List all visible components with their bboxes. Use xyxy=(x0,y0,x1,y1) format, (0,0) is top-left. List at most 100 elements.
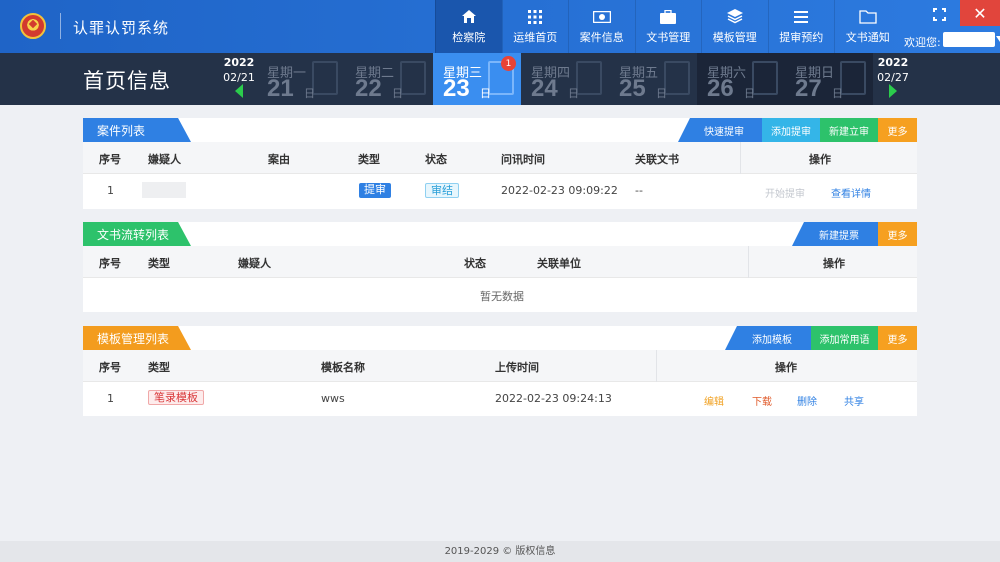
add-phrase-button[interactable]: 添加常用语 xyxy=(811,326,878,350)
main-nav: 检察院 运维首页 案件信息 文书管理 模板管理 提审预约 文书通知 xyxy=(435,0,901,53)
add-arraign-button[interactable]: 添加提审 xyxy=(762,118,820,142)
day-suffix: 日 xyxy=(480,87,491,100)
document-icon xyxy=(576,61,602,95)
money-icon xyxy=(592,9,611,25)
footer-copyright: 2019-2029 © 版权信息 xyxy=(0,541,1000,562)
folder-icon xyxy=(859,9,877,25)
template-panel: 模板管理列表 添加模板 添加常用语 更多 序号 类型 模板名称 上传时间 操作 … xyxy=(83,326,917,416)
doc-flow-actions: 新建提票 更多 xyxy=(792,222,917,246)
grid-icon xyxy=(526,9,544,25)
fullscreen-icon[interactable] xyxy=(933,8,946,21)
template-table-header: 序号 类型 模板名称 上传时间 操作 xyxy=(83,350,917,382)
emblem-logo xyxy=(20,13,46,39)
prev-week-date: 2022 02/21 xyxy=(219,56,259,84)
col-type: 类型 xyxy=(148,257,170,270)
document-icon xyxy=(664,61,690,95)
day-suffix: 日 xyxy=(392,87,403,100)
template-tab: 模板管理列表 xyxy=(83,326,191,350)
status-tag: 审结 xyxy=(425,183,459,198)
nav-item-doc-manage[interactable]: 文书管理 xyxy=(634,0,702,53)
download-link[interactable]: 下载 xyxy=(752,393,772,408)
template-actions: 添加模板 添加常用语 更多 xyxy=(725,326,917,350)
nav-label: 提审预约 xyxy=(779,30,824,44)
day-suffix: 日 xyxy=(744,87,755,100)
day-wednesday[interactable]: 星期三 23 日 1 xyxy=(433,53,521,105)
prev-week-arrow-icon[interactable] xyxy=(235,84,243,98)
col-actions: 操作 xyxy=(775,361,797,374)
document-icon xyxy=(400,61,426,95)
case-table-header: 序号 嫌疑人 案由 类型 状态 问讯时间 关联文书 操作 xyxy=(83,142,917,174)
list-icon xyxy=(792,9,810,25)
nav-label: 案件信息 xyxy=(579,30,624,44)
day-number: 21 xyxy=(267,75,294,102)
nav-item-ops-home[interactable]: 运维首页 xyxy=(501,0,569,53)
column-divider xyxy=(656,350,657,382)
nav-item-arraignment-booking[interactable]: 提审预约 xyxy=(767,0,835,53)
quick-arraign-button[interactable]: 快速提审 xyxy=(678,118,762,142)
col-actions: 操作 xyxy=(809,153,831,166)
case-more-button[interactable]: 更多 xyxy=(878,118,917,142)
day-suffix: 日 xyxy=(568,87,579,100)
doc-more-button[interactable]: 更多 xyxy=(878,222,917,246)
suspect-redacted xyxy=(142,182,186,198)
new-ticket-button[interactable]: 新建提票 xyxy=(792,222,878,246)
nav-item-procuratorate[interactable]: 检察院 xyxy=(435,0,502,53)
case-list-panel: 案件列表 快速提审 添加提审 新建立审 更多 序号 嫌疑人 案由 类型 状态 问… xyxy=(83,118,917,209)
share-link[interactable]: 共享 xyxy=(844,393,864,408)
start-arraign-link[interactable]: 开始提审 xyxy=(765,185,805,200)
next-week-arrow-icon[interactable] xyxy=(889,84,897,98)
close-button[interactable]: ✕ xyxy=(960,0,1000,26)
nav-label: 检察院 xyxy=(452,30,486,44)
next-week-date: 2022 02/27 xyxy=(873,56,913,84)
day-suffix: 日 xyxy=(832,87,843,100)
home-icon xyxy=(460,9,478,25)
day-monday[interactable]: 星期一 21 日 xyxy=(257,53,345,105)
next-date: 02/27 xyxy=(877,71,909,84)
nav-item-doc-notice[interactable]: 文书通知 xyxy=(834,0,901,53)
nav-item-template-manage[interactable]: 模板管理 xyxy=(701,0,768,53)
template-more-button[interactable]: 更多 xyxy=(878,326,917,350)
day-number: 23 xyxy=(443,75,470,102)
doc-table-header: 序号 类型 嫌疑人 状态 关联单位 操作 xyxy=(83,246,917,278)
row-time: 2022-02-23 09:09:22 xyxy=(501,184,618,197)
doc-flow-tab: 文书流转列表 xyxy=(83,222,191,246)
col-docs: 关联文书 xyxy=(635,153,679,166)
nav-label: 模板管理 xyxy=(712,30,757,44)
case-list-actions: 快速提审 添加提审 新建立审 更多 xyxy=(678,118,917,142)
col-actions: 操作 xyxy=(823,257,845,270)
day-thursday[interactable]: 星期四 24 日 xyxy=(521,53,609,105)
day-sunday[interactable]: 星期日 27 日 xyxy=(785,53,873,105)
col-index: 序号 xyxy=(99,153,121,166)
type-tag: 提审 xyxy=(359,183,391,198)
day-tuesday[interactable]: 星期二 22 日 xyxy=(345,53,433,105)
column-divider xyxy=(740,142,741,174)
day-friday[interactable]: 星期五 25 日 xyxy=(609,53,697,105)
col-upload-time: 上传时间 xyxy=(495,361,539,374)
layers-icon xyxy=(726,9,744,25)
user-select[interactable] xyxy=(943,32,1000,47)
document-icon xyxy=(752,61,778,95)
add-template-button[interactable]: 添加模板 xyxy=(725,326,811,350)
view-details-link[interactable]: 查看详情 xyxy=(831,185,871,200)
empty-state: 暂无数据 xyxy=(480,290,524,303)
document-icon xyxy=(312,61,338,95)
row-index: 1 xyxy=(107,392,114,405)
day-number: 22 xyxy=(355,75,382,102)
delete-link[interactable]: 删除 xyxy=(797,393,817,408)
case-list-tab: 案件列表 xyxy=(83,118,191,142)
document-icon xyxy=(840,61,866,95)
notification-badge: 1 xyxy=(501,56,516,71)
row-name: wws xyxy=(321,392,345,405)
nav-label: 文书通知 xyxy=(845,30,890,44)
nav-item-case-info[interactable]: 案件信息 xyxy=(568,0,635,53)
doc-flow-panel: 文书流转列表 新建提票 更多 序号 类型 嫌疑人 状态 关联单位 操作 暂无数据 xyxy=(83,222,917,312)
edit-link[interactable]: 编辑 xyxy=(704,393,724,408)
col-index: 序号 xyxy=(99,361,121,374)
col-cause: 案由 xyxy=(268,153,290,166)
col-status: 状态 xyxy=(425,153,447,166)
new-case-button[interactable]: 新建立审 xyxy=(820,118,878,142)
col-status: 状态 xyxy=(464,257,486,270)
row-docs: -- xyxy=(635,184,643,197)
day-saturday[interactable]: 星期六 26 日 xyxy=(697,53,785,105)
col-type: 类型 xyxy=(148,361,170,374)
